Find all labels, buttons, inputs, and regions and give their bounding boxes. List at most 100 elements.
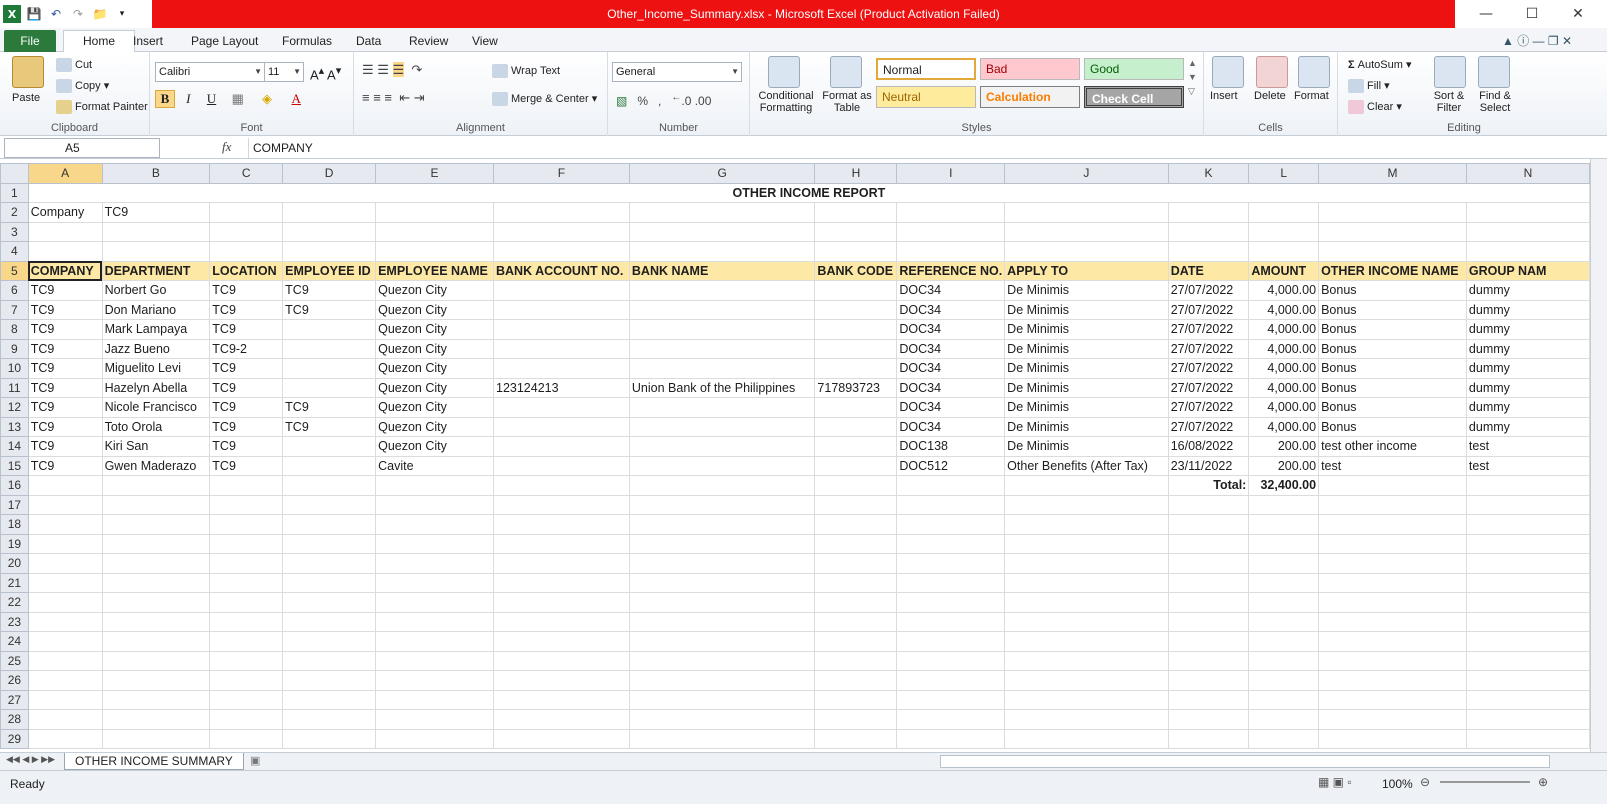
underline-button[interactable]: U: [202, 91, 222, 107]
cell[interactable]: [628, 338, 816, 359]
cell[interactable]: [27, 670, 103, 691]
cell[interactable]: [209, 202, 284, 223]
cell[interactable]: [1318, 670, 1467, 691]
cell[interactable]: Toto Orola: [101, 416, 211, 437]
cell[interactable]: [1167, 592, 1250, 613]
cell[interactable]: TC9: [27, 397, 103, 418]
cell[interactable]: [628, 455, 816, 476]
cell[interactable]: [1248, 611, 1320, 632]
horizontal-align-icons[interactable]: ≡ ≡ ≡ ⇤ ⇥: [362, 90, 425, 106]
cell[interactable]: [493, 436, 630, 457]
cell[interactable]: TC9: [27, 338, 103, 359]
cell[interactable]: [1318, 689, 1467, 710]
cell[interactable]: [896, 202, 1006, 223]
cell[interactable]: [628, 533, 816, 554]
cell[interactable]: [814, 553, 898, 574]
cell[interactable]: [493, 338, 630, 359]
cell[interactable]: [282, 455, 377, 476]
cell[interactable]: [27, 650, 103, 671]
cell[interactable]: [375, 592, 494, 613]
cell[interactable]: [493, 475, 630, 496]
column-header-a[interactable]: A: [27, 163, 103, 184]
horizontal-scrollbar[interactable]: [940, 755, 1550, 768]
cell[interactable]: [493, 397, 630, 418]
cell[interactable]: [896, 553, 1006, 574]
cell[interactable]: [1167, 728, 1250, 749]
cell[interactable]: [282, 650, 377, 671]
cell[interactable]: DOC512: [896, 455, 1006, 476]
bold-button[interactable]: B: [155, 90, 175, 108]
font-color-icon[interactable]: A: [283, 91, 309, 107]
delete-cells-button[interactable]: Delete: [1254, 90, 1286, 102]
row-header[interactable]: 4: [0, 241, 29, 262]
cell[interactable]: 27/07/2022: [1167, 280, 1250, 301]
cell[interactable]: TC9: [27, 358, 103, 379]
cell[interactable]: [628, 202, 816, 223]
cell[interactable]: DOC34: [896, 416, 1006, 437]
cell[interactable]: TC9: [209, 455, 284, 476]
style-check-cell[interactable]: Check Cell: [1084, 86, 1184, 108]
column-header-f[interactable]: F: [493, 163, 630, 184]
cut-button[interactable]: Cut: [56, 58, 92, 72]
cell[interactable]: [27, 241, 103, 262]
tab-review[interactable]: Review: [407, 32, 450, 52]
cell[interactable]: dummy: [1465, 377, 1590, 398]
cell[interactable]: TC9: [282, 416, 377, 437]
cell[interactable]: [628, 689, 816, 710]
cell[interactable]: [493, 280, 630, 301]
cell[interactable]: [493, 455, 630, 476]
cell[interactable]: [814, 514, 898, 535]
name-box[interactable]: A5: [4, 138, 160, 158]
cell[interactable]: Quezon City: [375, 416, 494, 437]
cell[interactable]: [1167, 553, 1250, 574]
cell[interactable]: [814, 241, 898, 262]
cell[interactable]: [814, 358, 898, 379]
row-header[interactable]: 11: [0, 377, 29, 398]
cell[interactable]: [628, 299, 816, 320]
number-format-icons[interactable]: ▧ % , ←.0 .00: [616, 92, 711, 108]
cell[interactable]: [1318, 650, 1467, 671]
column-header-g[interactable]: G: [628, 163, 816, 184]
cell[interactable]: [1004, 475, 1169, 496]
style-calculation[interactable]: Calculation: [980, 86, 1080, 108]
cell[interactable]: [1004, 611, 1169, 632]
cell[interactable]: [282, 338, 377, 359]
cell[interactable]: [1465, 494, 1590, 515]
borders-icon[interactable]: ▦: [225, 91, 251, 107]
cell[interactable]: [1318, 611, 1467, 632]
cell[interactable]: [375, 202, 494, 223]
cell[interactable]: 27/07/2022: [1167, 397, 1250, 418]
cell[interactable]: Quezon City: [375, 436, 494, 457]
cell[interactable]: [1318, 221, 1467, 242]
cell[interactable]: De Minimis: [1004, 338, 1169, 359]
cell[interactable]: [1248, 553, 1320, 574]
cell[interactable]: [1318, 475, 1467, 496]
conditional-formatting-icon[interactable]: [768, 56, 800, 88]
cell[interactable]: [1465, 709, 1590, 730]
cell[interactable]: [209, 728, 284, 749]
customize-toolbar-icon[interactable]: ▾: [113, 5, 131, 23]
cell[interactable]: [1248, 631, 1320, 652]
cell[interactable]: 27/07/2022: [1167, 319, 1250, 340]
cell[interactable]: [101, 709, 211, 730]
cell[interactable]: [628, 416, 816, 437]
cell[interactable]: [27, 611, 103, 632]
cell[interactable]: [493, 611, 630, 632]
row-header[interactable]: 9: [0, 338, 29, 359]
row-header[interactable]: 15: [0, 455, 29, 476]
column-header-h[interactable]: H: [814, 163, 898, 184]
header-cell[interactable]: BANK ACCOUNT NO.: [493, 260, 630, 281]
cell[interactable]: DOC34: [896, 338, 1006, 359]
cell[interactable]: [101, 728, 211, 749]
tab-file[interactable]: File: [4, 30, 56, 52]
cell[interactable]: [1167, 533, 1250, 554]
cell[interactable]: 4,000.00: [1248, 319, 1320, 340]
cell[interactable]: [493, 650, 630, 671]
cell[interactable]: [814, 455, 898, 476]
cell[interactable]: [282, 221, 377, 242]
header-cell[interactable]: EMPLOYEE NAME: [375, 260, 494, 281]
cell[interactable]: [101, 611, 211, 632]
header-cell[interactable]: OTHER INCOME NAME: [1318, 260, 1467, 281]
tab-formulas[interactable]: Formulas: [280, 32, 334, 52]
row-header[interactable]: 22: [0, 592, 29, 613]
